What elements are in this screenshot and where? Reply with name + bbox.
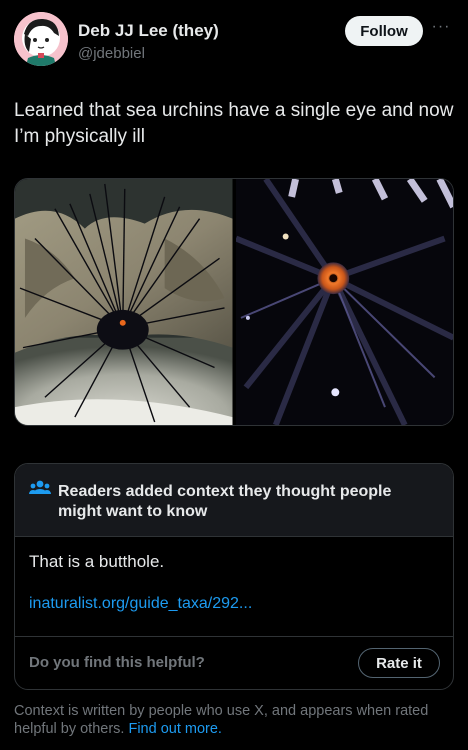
community-note-source-link[interactable]: inaturalist.org/guide_taxa/292... bbox=[29, 595, 252, 613]
media-photo-urchin-tank[interactable] bbox=[15, 179, 233, 425]
divider bbox=[15, 636, 453, 637]
tweet-text: Learned that sea urchins have a single e… bbox=[14, 100, 454, 147]
community-note-header: Readers added context they thought peopl… bbox=[15, 464, 453, 537]
avatar[interactable] bbox=[14, 12, 68, 66]
helpful-question: Do you find this helpful? bbox=[29, 654, 205, 671]
community-note-body: That is a butthole. bbox=[29, 552, 165, 571]
media-photo-urchin-closeup[interactable] bbox=[235, 179, 453, 425]
community-notes-footer: Context is written by people who use X, … bbox=[14, 702, 454, 738]
more-options-icon[interactable]: ··· bbox=[428, 19, 454, 40]
rate-it-button[interactable]: Rate it bbox=[358, 648, 440, 678]
author-handle[interactable]: @jdebbiel bbox=[78, 45, 145, 62]
community-note: Readers added context they thought peopl… bbox=[14, 463, 454, 690]
readers-icon bbox=[29, 479, 51, 497]
tweet-header: Deb JJ Lee (they) @jdebbiel Follow ··· bbox=[14, 12, 454, 70]
follow-button[interactable]: Follow bbox=[345, 16, 423, 46]
find-out-more-link[interactable]: Find out more. bbox=[128, 721, 222, 737]
community-note-title: Readers added context they thought peopl… bbox=[58, 483, 392, 520]
author-display-name[interactable]: Deb JJ Lee (they) bbox=[78, 21, 219, 41]
tweet-media bbox=[14, 178, 454, 426]
